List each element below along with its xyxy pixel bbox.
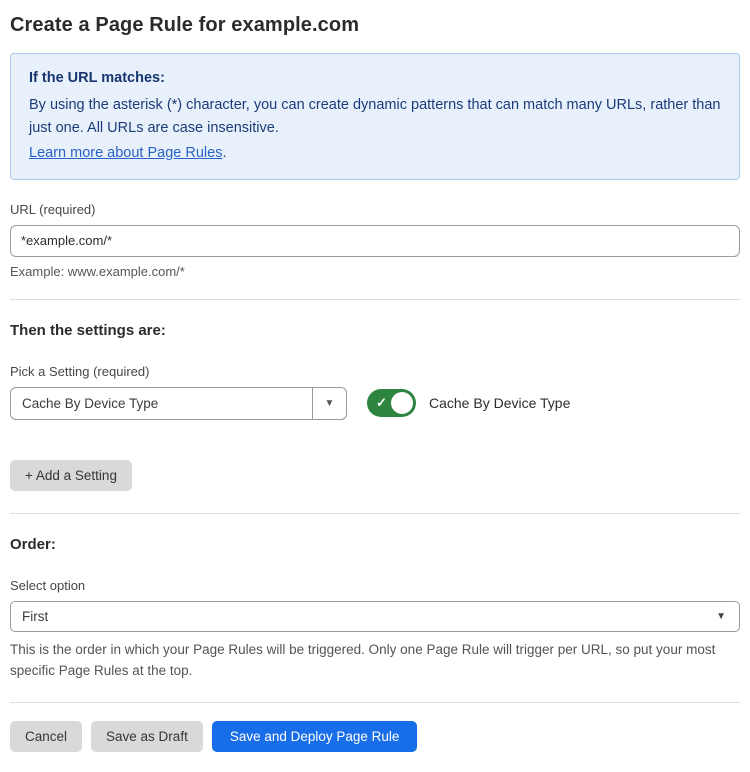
info-box-heading: If the URL matches: (29, 67, 721, 90)
footer-actions: Cancel Save as Draft Save and Deploy Pag… (10, 721, 740, 752)
cache-by-device-type-toggle[interactable]: ✓ (367, 389, 416, 417)
url-label: URL (required) (10, 202, 740, 217)
chevron-down-icon: ▼ (716, 611, 739, 622)
order-section-heading: Order: (10, 536, 740, 553)
settings-section-heading: Then the settings are: (10, 322, 740, 339)
info-box-link-line: Learn more about Page Rules. (29, 142, 721, 165)
page-title: Create a Page Rule for example.com (10, 14, 740, 37)
url-input[interactable] (10, 225, 740, 257)
learn-more-link[interactable]: Learn more about Page Rules (29, 145, 222, 161)
pick-setting-label: Pick a Setting (required) (10, 364, 740, 379)
chevron-down-icon: ▼ (325, 398, 335, 409)
order-helper-text: This is the order in which your Page Rul… (10, 639, 740, 682)
toggle-label: Cache By Device Type (429, 395, 570, 411)
check-icon: ✓ (376, 396, 387, 409)
setting-picker-arrow-button[interactable]: ▼ (312, 388, 346, 419)
setting-picker-value: Cache By Device Type (11, 388, 312, 419)
info-box-body: By using the asterisk (*) character, you… (29, 94, 721, 140)
order-select[interactable]: First ▼ (10, 601, 740, 632)
cancel-button[interactable]: Cancel (10, 721, 82, 752)
link-period: . (222, 145, 226, 161)
divider-after-url (10, 299, 740, 300)
setting-picker-dropdown[interactable]: Cache By Device Type ▼ (10, 387, 347, 420)
add-setting-button[interactable]: + Add a Setting (10, 460, 132, 491)
url-match-info-box: If the URL matches: By using the asteris… (10, 53, 740, 180)
order-select-value: First (11, 609, 716, 624)
divider-before-footer (10, 702, 740, 703)
save-as-draft-button[interactable]: Save as Draft (91, 721, 203, 752)
select-option-label: Select option (10, 578, 740, 593)
url-example-text: Example: www.example.com/* (10, 264, 740, 279)
toggle-knob (391, 392, 413, 414)
divider-after-settings (10, 513, 740, 514)
save-and-deploy-button[interactable]: Save and Deploy Page Rule (212, 721, 418, 752)
setting-row: Cache By Device Type ▼ ✓ Cache By Device… (10, 387, 740, 420)
